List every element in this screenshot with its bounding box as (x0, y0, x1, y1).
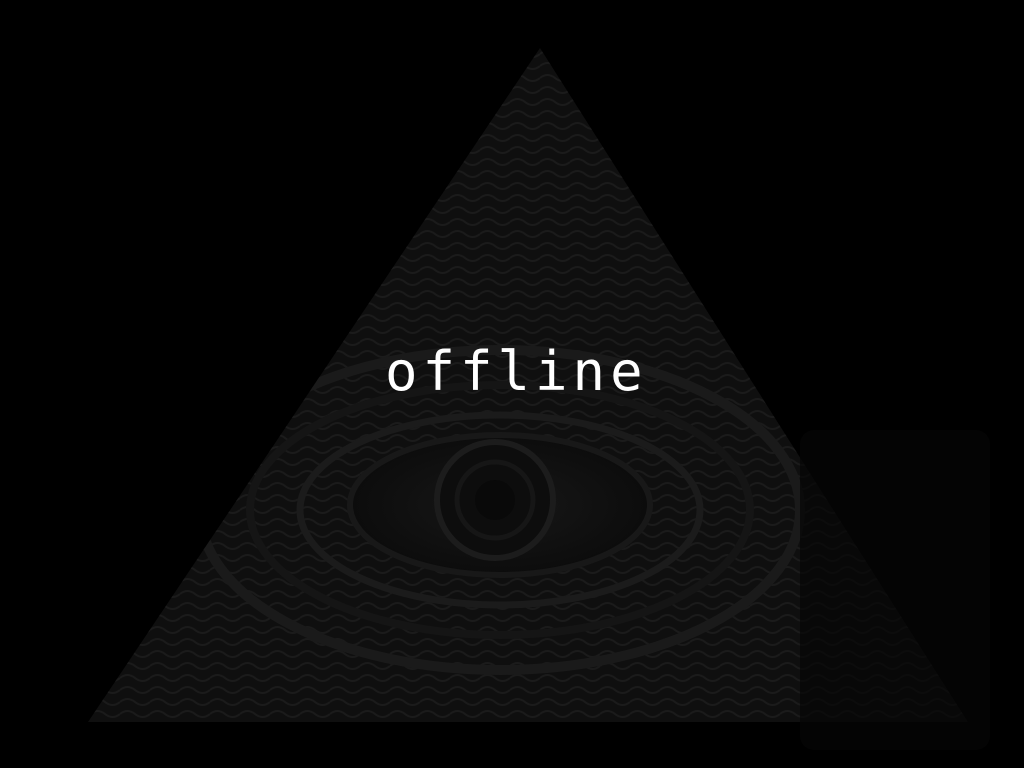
offline-status-text: offline (385, 340, 648, 403)
status-overlay: offline (0, 0, 1024, 768)
offline-screen: offline (0, 0, 1024, 768)
